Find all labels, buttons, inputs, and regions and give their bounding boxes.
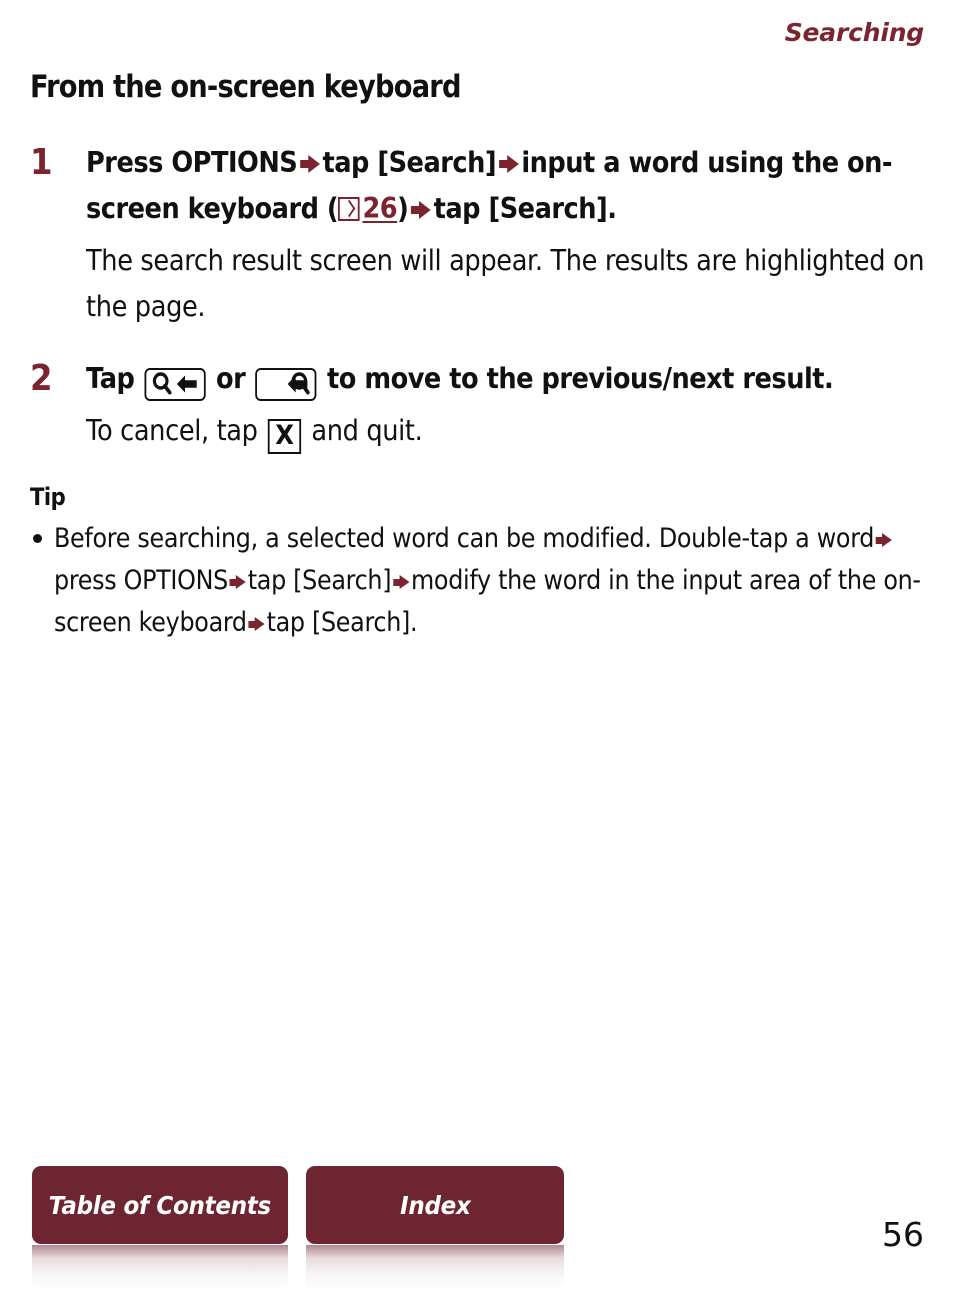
step-1-text-part-2: tap [Search] xyxy=(322,146,497,179)
button-reflection xyxy=(32,1245,288,1291)
bullet-dot-icon xyxy=(33,534,42,543)
step-2: 2 Tap or to move to the previous/next re… xyxy=(30,356,930,454)
step-2-detail-part-1: To cancel, tap xyxy=(86,414,258,447)
search-previous-button[interactable] xyxy=(144,368,206,401)
page-reference-icon xyxy=(338,197,360,221)
arrow-right-icon xyxy=(248,617,265,632)
page-reference-number[interactable]: 26 xyxy=(362,192,397,225)
step-1-number: 1 xyxy=(30,142,53,183)
running-header-title: Searching xyxy=(784,18,924,47)
step-1-detail: The search result screen will appear. Th… xyxy=(86,244,925,323)
step-2-text-part-1: Tap xyxy=(86,362,135,395)
arrow-right-icon xyxy=(299,155,320,173)
arrow-right-icon xyxy=(411,201,431,219)
tip-text-part-2: press OPTIONS xyxy=(54,565,228,596)
table-of-contents-button[interactable]: Table of Contents xyxy=(32,1166,288,1244)
page-number: 56 xyxy=(882,1215,924,1254)
step-1-text-part-5: tap [Search]. xyxy=(433,192,617,225)
tip-heading: Tip xyxy=(30,483,66,511)
page-content: 1 Press OPTIONS tap [Search] input a word … xyxy=(30,140,930,644)
tip-text-part-1: Before searching, a selected word can be… xyxy=(54,523,875,554)
step-1-text-part-1: Press OPTIONS xyxy=(86,146,298,179)
tip-text-part-5: tap [Search]. xyxy=(266,607,418,638)
step-2-detail: To cancel, tap X and quit. xyxy=(86,408,929,454)
step-1-body: Press OPTIONS tap [Search] input a word us… xyxy=(86,140,930,330)
step-2-text-part-3: to move to the previous/next result. xyxy=(327,362,834,395)
arrow-right-icon xyxy=(229,575,246,590)
search-next-button[interactable] xyxy=(255,368,317,401)
index-label: Index xyxy=(399,1190,471,1220)
step-2-instruction: Tap or to move to the previous/next resu… xyxy=(86,356,929,402)
step-1-instruction: Press OPTIONS tap [Search] input a word us… xyxy=(86,140,929,232)
step-2-detail-part-2: and quit. xyxy=(311,414,423,447)
table-of-contents-button-wrapper: Table of Contents xyxy=(32,1166,288,1291)
index-button-wrapper: Index xyxy=(306,1166,564,1291)
step-1: 1 Press OPTIONS tap [Search] input a word … xyxy=(30,140,930,330)
tip-list-item: Before searching, a selected word can be… xyxy=(54,518,953,644)
button-reflection xyxy=(306,1245,564,1291)
table-of-contents-label: Table of Contents xyxy=(48,1190,272,1220)
step-2-text-part-2: or xyxy=(216,362,246,395)
tip-list: Before searching, a selected word can be… xyxy=(30,518,930,644)
step-2-number: 2 xyxy=(30,358,53,399)
arrow-right-icon xyxy=(393,575,410,590)
bottom-navigation: Table of Contents Index xyxy=(32,1166,564,1291)
page-title: From the on-screen keyboard xyxy=(30,69,462,105)
step-1-text-part-4: ) xyxy=(397,192,409,225)
index-button[interactable]: Index xyxy=(306,1166,564,1244)
tip-text-part-3: tap [Search] xyxy=(247,565,392,596)
arrow-right-icon xyxy=(875,533,893,548)
arrow-right-icon xyxy=(498,155,519,173)
close-icon[interactable]: X xyxy=(268,419,301,454)
step-2-body: Tap or to move to the previous/next resu… xyxy=(86,356,930,454)
